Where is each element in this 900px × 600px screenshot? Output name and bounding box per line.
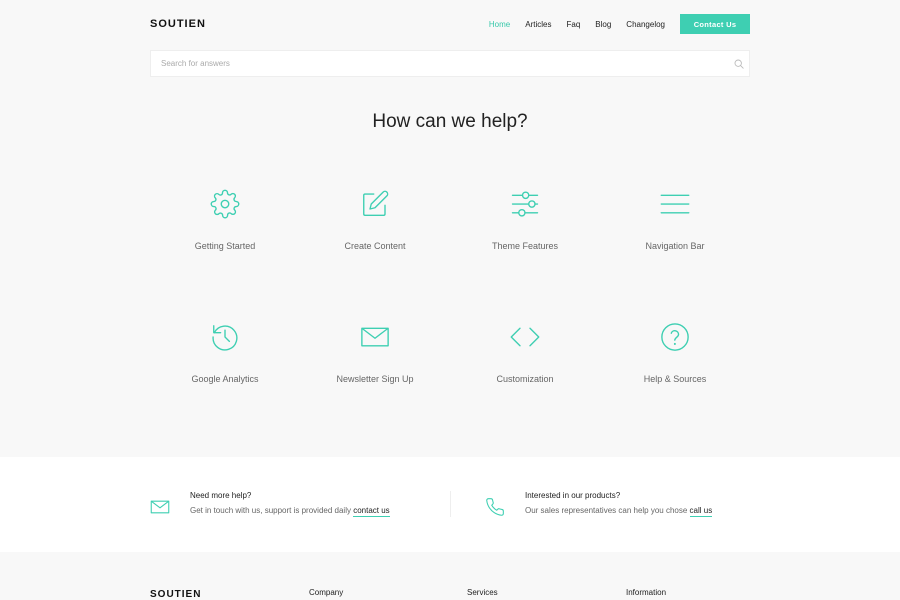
- header: SOUTIEN Home Articles Faq Blog Changelog…: [150, 0, 750, 48]
- category-customization[interactable]: Customization: [450, 322, 600, 384]
- nav-faq[interactable]: Faq: [566, 20, 580, 29]
- contact-us-button[interactable]: Contact Us: [680, 14, 750, 34]
- footer-logo[interactable]: SOUTIEN: [150, 589, 201, 600]
- nav-changelog[interactable]: Changelog: [626, 20, 665, 29]
- main-nav: Home Articles Faq Blog Changelog Contact…: [474, 14, 750, 34]
- search-icon[interactable]: [734, 59, 744, 69]
- mail-icon: [361, 327, 389, 347]
- contact-us-link[interactable]: contact us: [353, 506, 390, 517]
- footer: SOUTIEN Company Services Information: [0, 552, 900, 600]
- category-label: Navigation Bar: [645, 241, 705, 251]
- category-create-content[interactable]: Create Content: [300, 189, 450, 251]
- phone-icon: [486, 498, 504, 516]
- search-bar: [150, 50, 750, 77]
- support-band: Need more help? Get in touch with us, su…: [0, 457, 900, 552]
- category-newsletter-sign-up[interactable]: Newsletter Sign Up: [300, 322, 450, 384]
- footer-heading-information: Information: [626, 588, 667, 597]
- support-text: Get in touch with us, support is provide…: [190, 506, 390, 517]
- category-help-sources[interactable]: Help & Sources: [600, 322, 750, 384]
- category-label: Theme Features: [491, 241, 559, 251]
- support-title: Interested in our products?: [525, 491, 621, 500]
- code-icon: [510, 327, 540, 347]
- nav-home[interactable]: Home: [489, 20, 510, 29]
- support-text: Our sales representatives can help you c…: [525, 506, 713, 517]
- gear-icon: [210, 189, 240, 219]
- nav-articles[interactable]: Articles: [525, 20, 551, 29]
- category-label: Create Content: [344, 241, 406, 251]
- category-label: Customization: [496, 374, 554, 384]
- help-icon: [661, 323, 689, 351]
- footer-heading-company: Company: [309, 588, 344, 597]
- category-label: Help & Sources: [643, 374, 707, 384]
- sliders-icon: [511, 191, 539, 217]
- category-label: Google Analytics: [191, 374, 259, 384]
- category-getting-started[interactable]: Getting Started: [150, 189, 300, 251]
- logo[interactable]: SOUTIEN: [150, 18, 206, 30]
- category-google-analytics[interactable]: Google Analytics: [150, 322, 300, 384]
- page-title: How can we help?: [372, 111, 528, 132]
- call-us-link[interactable]: call us: [689, 506, 713, 517]
- edit-icon: [363, 190, 389, 216]
- menu-icon: [660, 194, 690, 214]
- search-input[interactable]: [151, 51, 749, 76]
- category-theme-features[interactable]: Theme Features: [450, 189, 600, 251]
- category-label: Getting Started: [194, 241, 256, 251]
- support-title: Need more help?: [190, 491, 252, 500]
- category-label: Newsletter Sign Up: [336, 374, 414, 384]
- footer-heading-services: Services: [467, 588, 498, 597]
- history-icon: [212, 325, 238, 351]
- divider: [450, 491, 451, 517]
- category-navigation-bar[interactable]: Navigation Bar: [600, 189, 750, 251]
- mail-icon: [150, 500, 170, 514]
- nav-blog[interactable]: Blog: [595, 20, 611, 29]
